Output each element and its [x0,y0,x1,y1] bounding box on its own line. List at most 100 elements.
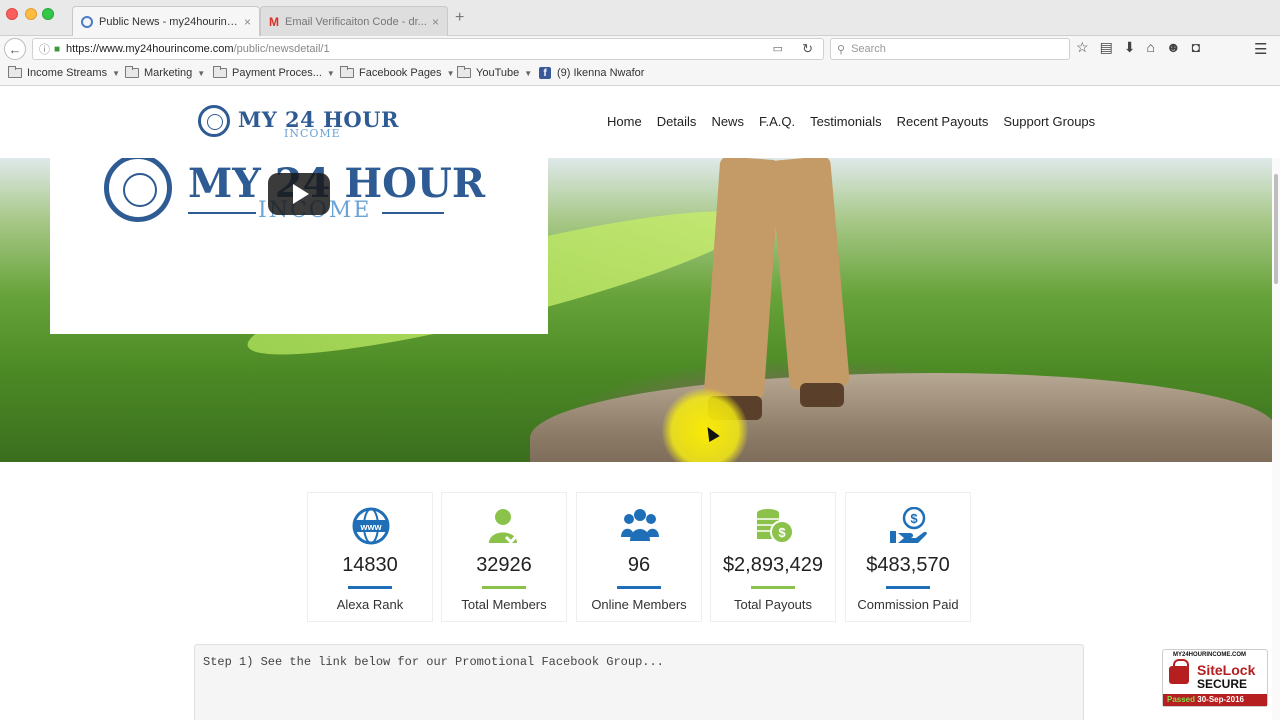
video-player[interactable]: MY 24 HOUR INCOME [50,158,548,334]
stat-value: 32926 [476,554,532,576]
bookmark-folder-payment[interactable]: Payment Proces... ▼ [213,66,335,79]
chevron-down-icon: ▼ [326,68,335,78]
step-text: Step 1) See the link below for our Promo… [203,655,664,669]
hero-banner: MY 24 HOUR INCOME [0,158,1275,462]
reload-icon[interactable]: ↻ [802,41,813,57]
hiker-image [703,158,852,420]
url-host: https://www.my24hourincome.com [66,43,234,55]
menu-icon[interactable]: ☰ [1254,40,1267,58]
bookmark-label: (9) Ikenna Nwafor [557,67,645,79]
stat-card-commission-paid: $ $483,570 Commission Paid [845,492,971,622]
scrollbar-thumb[interactable] [1274,174,1278,284]
window-close-button[interactable] [6,8,18,20]
bookmark-folder-marketing[interactable]: Marketing ▼ [125,66,206,79]
pocket-icon[interactable]: ◘ [1192,39,1200,56]
bookmark-label: Payment Proces... [232,67,322,79]
stat-value: 96 [627,554,651,576]
tab-public-news[interactable]: Public News - my24hourinc... × [72,6,260,36]
hand-dollar-icon: $ [890,507,927,543]
chat-icon[interactable]: ☻ [1166,39,1181,56]
stat-accent-bar [886,586,930,589]
user-check-icon [489,509,522,545]
bookmark-label: Facebook Pages [359,67,442,79]
home-icon[interactable]: ⌂ [1147,39,1155,56]
stat-label: Online Members [591,597,687,612]
search-input[interactable]: ⚲ Search [830,38,1070,60]
search-placeholder: Search [851,43,886,55]
folder-icon [8,66,22,78]
facebook-icon: f [539,67,551,79]
reading-list-icon[interactable]: ▤ [1100,39,1113,56]
stat-card-total-members: 32926 Total Members [441,492,567,622]
toolbar-icons: ☆ ▤ ⬇ ⌂ ☻ ◘ [1076,39,1200,56]
gmail-favicon-icon: M [269,14,279,29]
browser-tab-bar: Public News - my24hourinc... × M Email V… [0,0,1280,36]
nav-details[interactable]: Details [657,114,697,129]
browser-nav-bar: ← ⓘ ■ https://www.my24hourincome.com/pub… [0,36,1280,62]
sitelock-footer: Passed 30-Sep-2016 [1163,694,1267,706]
bookmark-label: Marketing [144,67,193,79]
folder-icon [213,66,227,78]
bookmark-folder-income-streams[interactable]: Income Streams ▼ [8,66,120,79]
chevron-down-icon: ▼ [446,68,455,78]
folder-icon [125,66,139,78]
folder-icon [340,66,354,78]
users-group-icon [621,509,659,541]
window-maximize-button[interactable] [42,8,54,20]
svg-text:$: $ [910,511,918,526]
svg-text:$: $ [778,525,786,540]
bookmarks-bar: Income Streams ▼ Marketing ▼ Payment Pro… [0,62,1280,86]
window-minimize-button[interactable] [25,8,37,20]
stat-accent-bar [482,586,526,589]
search-icon: ⚲ [837,43,846,56]
bookmark-label: YouTube [476,67,520,79]
reader-view-icon[interactable]: ▭ [773,42,783,55]
download-icon[interactable]: ⬇ [1124,39,1136,56]
logo-seal-icon[interactable] [198,105,230,137]
nav-news[interactable]: News [711,114,744,129]
sitelock-status: SECURE [1197,677,1248,691]
lock-icon: ■ [54,43,61,55]
nav-recent-payouts[interactable]: Recent Payouts [897,114,989,129]
tab-close-icon[interactable]: × [244,15,251,29]
folder-icon [457,66,471,78]
sitelock-badge[interactable]: MY24HOURINCOME.COM SiteLock SECURE Passe… [1162,649,1268,707]
bookmark-star-icon[interactable]: ☆ [1076,39,1089,56]
sitelock-passed: Passed [1167,695,1196,704]
nav-testimonials[interactable]: Testimonials [810,114,882,129]
logo-subtitle[interactable]: INCOME [284,127,341,140]
chevron-down-icon: ▼ [524,68,533,78]
new-tab-button[interactable]: + [455,9,464,27]
tab-email-verification[interactable]: M Email Verificaiton Code - dr... × [260,6,448,36]
coins-dollar-icon: $ [757,509,793,544]
stat-value: 14830 [342,554,398,576]
step-instructions-box: Step 1) See the link below for our Promo… [194,644,1084,720]
bookmark-label: Income Streams [27,67,108,79]
globe-www-icon: www [352,507,390,545]
stat-label: Alexa Rank [336,597,404,612]
webpage: MY 24 HOUR INCOME Home Details News F.A.… [0,87,1280,720]
bookmark-folder-youtube[interactable]: YouTube ▼ [457,66,533,79]
bookmark-folder-facebook-pages[interactable]: Facebook Pages ▼ [340,66,455,79]
tab-title: Public News - my24hourinc... [99,15,240,28]
chevron-down-icon: ▼ [197,68,206,78]
stat-card-online-members: 96 Online Members [576,492,702,622]
globe-favicon-icon [81,15,93,28]
back-button[interactable]: ← [4,38,26,60]
video-logo-seal-icon [104,158,172,222]
bookmark-facebook-profile[interactable]: f (9) Ikenna Nwafor [539,67,644,79]
tab-close-icon[interactable]: × [432,15,439,29]
stat-label: Commission Paid [857,597,959,612]
address-bar[interactable]: ⓘ ■ https://www.my24hourincome.com/publi… [32,38,824,60]
nav-home[interactable]: Home [607,114,642,129]
site-header: MY 24 HOUR INCOME Home Details News F.A.… [0,87,1280,158]
page-scrollbar[interactable] [1272,158,1280,720]
nav-faq[interactable]: F.A.Q. [759,114,795,129]
stat-accent-bar [348,586,392,589]
hero-rock [530,373,1275,462]
play-button-icon[interactable] [268,173,330,215]
sitelock-site: MY24HOURINCOME.COM [1173,652,1247,658]
sitelock-brand: SiteLock [1197,662,1256,678]
nav-support-groups[interactable]: Support Groups [1003,114,1095,129]
info-icon[interactable]: ⓘ [39,41,50,57]
